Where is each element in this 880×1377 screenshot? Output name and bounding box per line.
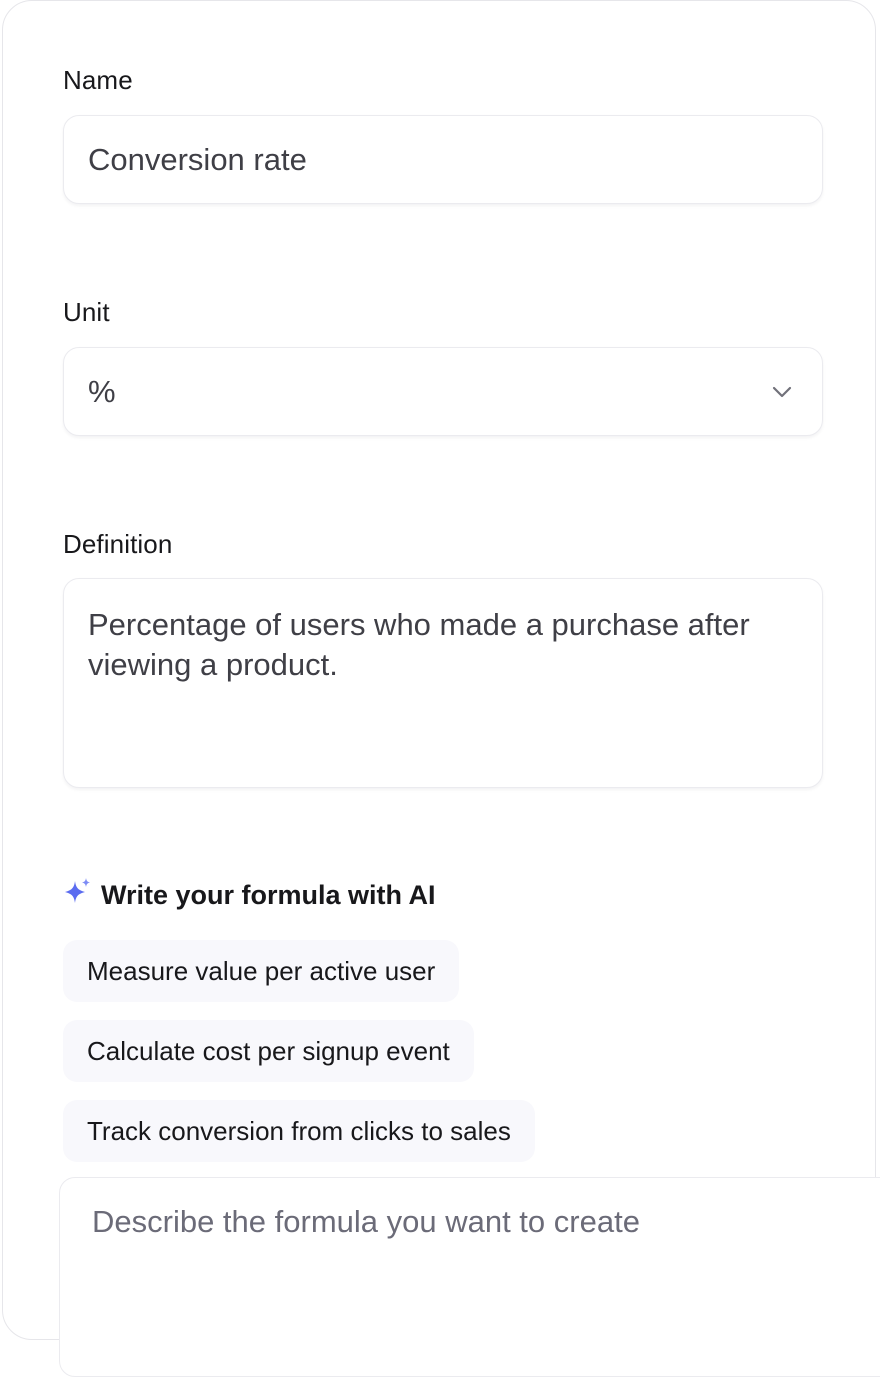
chevron-down-icon — [770, 380, 794, 404]
ai-prompt-input[interactable]: Describe the formula you want to create — [59, 1177, 880, 1377]
ai-formula-heading: Write your formula with AI — [63, 877, 436, 914]
definition-textarea[interactable]: Percentage of users who made a purchase … — [63, 578, 823, 788]
ai-heading-text: Write your formula with AI — [101, 880, 436, 910]
name-label: Name — [63, 65, 133, 95]
unit-select[interactable]: % — [63, 347, 823, 436]
sparkle-icon — [63, 877, 93, 914]
definition-label: Definition — [63, 529, 173, 559]
name-input[interactable]: Conversion rate — [63, 115, 823, 204]
suggestion-chip[interactable]: Measure value per active user — [63, 940, 460, 1002]
ai-prompt-placeholder: Describe the formula you want to create — [92, 1204, 640, 1239]
suggestion-chip[interactable]: Calculate cost per signup event — [63, 1020, 474, 1082]
unit-label: Unit — [63, 297, 110, 327]
formula-form-card: Name Conversion rate Unit % Definition P… — [2, 0, 876, 1340]
suggestion-chip[interactable]: Track conversion from clicks to sales — [63, 1100, 535, 1162]
unit-select-value: % — [88, 373, 116, 409]
